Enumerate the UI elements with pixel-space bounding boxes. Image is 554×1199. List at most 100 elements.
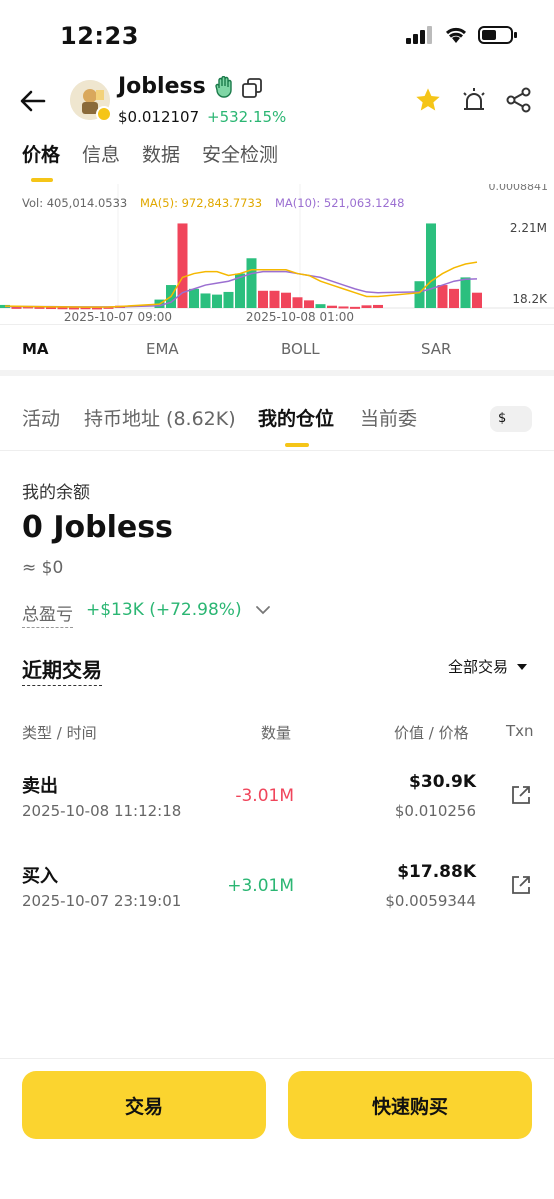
trade-value: $30.9K <box>409 772 476 792</box>
volume-bar <box>350 306 360 309</box>
currency-toggle[interactable]: $ <box>490 406 532 432</box>
trade-qty: -3.01M <box>235 786 294 806</box>
volume-bar <box>472 292 482 308</box>
volume-bar <box>212 294 222 308</box>
volume-bar <box>449 288 459 308</box>
tab-info[interactable]: 信息 <box>82 140 120 167</box>
tab-data[interactable]: 数据 <box>142 140 180 167</box>
column-header-value-price: 价值 / 价格 <box>394 724 469 742</box>
volume-bar <box>258 290 268 308</box>
back-button[interactable] <box>18 86 48 116</box>
volume-chart[interactable]: 0.0008841 Vol: 405,014.0533 MA(5): 972,8… <box>0 184 554 324</box>
txn-link-button[interactable] <box>510 874 532 900</box>
volume-bar <box>223 291 234 308</box>
caret-down-icon <box>517 663 527 670</box>
column-header-qty: 数量 <box>261 724 292 742</box>
trade-type: 买入 <box>22 866 58 887</box>
trade-row[interactable]: 买入 2025-10-07 23:19:01 +3.01M $17.88K $0… <box>0 862 554 942</box>
pnl-label[interactable]: 总盈亏 <box>22 600 73 628</box>
trade-row[interactable]: 卖出 2025-10-08 11:12:18 -3.01M $30.9K $0.… <box>0 772 554 852</box>
x-tick-label: 2025-10-07 09:00 <box>64 310 172 324</box>
position-tabs: 活动 持币地址 (8.62K) 我的仓位 当前委 <box>22 404 542 434</box>
volume-bar <box>414 281 425 308</box>
alert-siren-icon[interactable] <box>460 86 488 114</box>
trade-price: $0.0059344 <box>385 892 476 910</box>
tab-security[interactable]: 安全检测 <box>202 140 278 167</box>
price-change: +532.15% <box>207 108 287 126</box>
pnl-expand-button[interactable] <box>255 600 271 624</box>
status-icons <box>406 25 518 45</box>
copy-icon <box>242 78 262 98</box>
ma5-label: MA(5): 972,843.7733 <box>140 196 262 210</box>
recent-trades-title: 近期交易 <box>22 654 102 686</box>
y-high-label: 2.21M <box>510 221 547 235</box>
volume-bar <box>269 290 280 308</box>
ma10-label: MA(10): 521,063.1248 <box>275 196 404 210</box>
battery-icon <box>478 26 517 44</box>
volume-bar <box>338 306 349 309</box>
trade-time: 2025-10-08 11:12:18 <box>22 802 182 820</box>
indicator-sar[interactable]: SAR <box>421 340 451 358</box>
chain-badge-icon <box>96 106 112 122</box>
wifi-icon <box>445 27 467 43</box>
status-bar: 12:23 <box>0 0 554 70</box>
tab-activity[interactable]: 活动 <box>22 404 60 431</box>
volume-bar <box>189 288 199 308</box>
divider <box>0 1058 554 1059</box>
divider <box>0 450 554 451</box>
tab-price[interactable]: 价格 <box>22 140 60 167</box>
active-tab-indicator <box>31 178 53 182</box>
trade-value: $17.88K <box>397 862 476 882</box>
volume-bar <box>373 304 383 308</box>
balance-usd: ≈ $0 <box>22 558 64 578</box>
token-name: Jobless <box>118 74 206 99</box>
volume-bar <box>437 285 448 308</box>
volume-bar <box>200 293 211 308</box>
trade-qty: +3.01M <box>227 876 294 896</box>
trade-type: 卖出 <box>22 776 58 797</box>
filter-label: 全部交易 <box>447 658 508 676</box>
divider <box>0 324 554 325</box>
trade-filter-dropdown[interactable]: 全部交易 <box>448 656 528 677</box>
main-tabs: 价格 信息 数据 安全检测 <box>22 140 278 167</box>
top-price-label: 0.0008841 <box>489 184 549 193</box>
arrow-left-icon <box>20 90 46 112</box>
status-time: 12:23 <box>60 22 139 50</box>
txn-link-button[interactable] <box>510 784 532 810</box>
active-subtab-indicator <box>285 443 309 447</box>
indicator-tabs: MA EMA BOLL SAR <box>0 330 554 370</box>
copy-address-button[interactable] <box>242 78 262 102</box>
volume-bar <box>304 300 314 308</box>
balance-label: 我的余额 <box>22 483 90 503</box>
y-low-label: 18.2K <box>512 292 548 306</box>
trade-button[interactable]: 交易 <box>22 1071 266 1139</box>
volume-bar <box>460 277 471 308</box>
token-header: Jobless $0.012107 +532.15% <box>0 72 554 132</box>
indicator-ema[interactable]: EMA <box>146 340 179 358</box>
pnl-value: +$13K (+72.98%) <box>86 600 242 620</box>
share-icon[interactable] <box>506 87 532 113</box>
signal-icon <box>406 26 432 44</box>
volume-bar <box>281 292 291 308</box>
x-tick-label: 2025-10-08 01:00 <box>246 310 354 324</box>
balance-value: 0 Jobless <box>22 510 173 545</box>
volume-bar <box>292 297 303 308</box>
quick-buy-button[interactable]: 快速购买 <box>288 1071 532 1139</box>
chevron-down-icon <box>256 606 270 615</box>
vol-label: Vol: 405,014.0533 <box>22 196 127 210</box>
external-link-icon <box>512 786 530 804</box>
column-header-type-time: 类型 / 时间 <box>22 724 97 742</box>
favorite-star-icon[interactable] <box>414 86 442 114</box>
hand-icon <box>214 75 234 103</box>
indicator-ma[interactable]: MA <box>22 340 49 358</box>
tab-my-position[interactable]: 我的仓位 <box>258 404 334 431</box>
volume-bar <box>361 305 372 308</box>
indicator-boll[interactable]: BOLL <box>281 340 320 358</box>
volume-bar <box>315 304 326 308</box>
tab-open-orders[interactable]: 当前委 <box>360 404 417 431</box>
column-header-txn: Txn <box>506 722 534 740</box>
volume-bar <box>246 258 257 308</box>
tab-holders[interactable]: 持币地址 (8.62K) <box>84 404 236 431</box>
external-link-icon <box>512 876 530 894</box>
token-price: $0.012107 <box>118 108 200 126</box>
